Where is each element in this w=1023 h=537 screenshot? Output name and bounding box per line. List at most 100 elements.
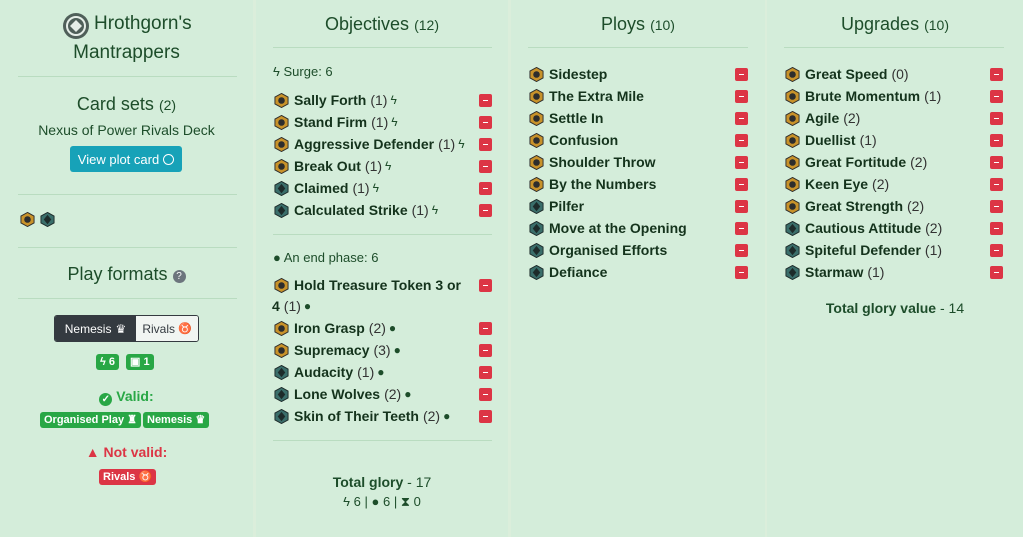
remove-button[interactable]: [990, 178, 1003, 191]
list-item[interactable]: Shoulder Throw: [529, 152, 656, 172]
remove-button[interactable]: [735, 156, 748, 169]
remove-button[interactable]: [735, 222, 748, 235]
tab-nemesis[interactable]: Nemesis ♛: [55, 316, 136, 341]
clock-icon: ●: [404, 387, 412, 401]
lock-icon: ▣: [130, 356, 141, 368]
remove-button[interactable]: [735, 90, 748, 103]
clock-icon: ●: [443, 409, 451, 423]
list-item[interactable]: Hold Treasure Token 3 or: [274, 275, 461, 295]
list-item[interactable]: Duellist (1): [785, 130, 877, 150]
list-item[interactable]: Iron Grasp (2) ●: [274, 318, 396, 338]
list-item[interactable]: Break Out (1) ϟ: [274, 156, 391, 176]
list-item[interactable]: Sidestep: [529, 64, 607, 84]
list-item[interactable]: Supremacy (3) ●: [274, 340, 401, 360]
remove-button[interactable]: [479, 388, 492, 401]
clock-icon: ●: [393, 343, 401, 357]
lightning-icon: ϟ: [372, 181, 379, 195]
list-item[interactable]: Agile (2): [785, 108, 860, 128]
clock-icon: ●: [273, 250, 281, 265]
remove-button[interactable]: [735, 200, 748, 213]
list-item[interactable]: Spiteful Defender (1): [785, 240, 942, 260]
list-item[interactable]: Cautious Attitude (2): [785, 218, 942, 238]
remove-button[interactable]: [990, 244, 1003, 257]
remove-button[interactable]: [479, 366, 492, 379]
list-item[interactable]: Great Speed (0): [785, 64, 909, 84]
remove-button[interactable]: [479, 344, 492, 357]
remove-button[interactable]: [990, 222, 1003, 235]
faction-gold-icon: [785, 154, 800, 170]
lightning-icon: ϟ: [273, 64, 280, 79]
list-item[interactable]: Starmaw (1): [785, 262, 884, 282]
list-item[interactable]: Claimed (1) ϟ: [274, 178, 379, 198]
list-item[interactable]: Defiance: [529, 262, 607, 282]
objectives-panel: Objectives (12) ϟ Surge: 6 Sally Forth (1…: [256, 0, 508, 537]
faction-teal-icon: [274, 364, 289, 380]
faction-gold-icon: [274, 158, 289, 174]
list-item[interactable]: Great Strength (2): [785, 196, 924, 216]
remove-button[interactable]: [735, 68, 748, 81]
list-item[interactable]: Skin of Their Teeth (2) ●: [274, 406, 450, 426]
remove-button[interactable]: [735, 244, 748, 257]
remove-button[interactable]: [479, 182, 492, 195]
objectives-title: Objectives (12): [325, 14, 439, 34]
remove-button[interactable]: [479, 116, 492, 129]
view-plot-card-button[interactable]: View plot card: [70, 146, 182, 172]
faction-teal-icon: [529, 264, 544, 280]
list-item[interactable]: Settle In: [529, 108, 603, 128]
check-circle-icon: ✓: [99, 393, 113, 406]
list-item[interactable]: Organised Efforts: [529, 240, 667, 260]
list-item[interactable]: Stand Firm (1) ϟ: [274, 112, 398, 132]
medal-icon: ♉: [138, 471, 153, 483]
remove-button[interactable]: [735, 178, 748, 191]
card-sets-title: Card sets (2): [76, 94, 177, 114]
remove-button[interactable]: [990, 200, 1003, 213]
remove-button[interactable]: [479, 279, 492, 292]
list-item[interactable]: Pilfer: [529, 196, 584, 216]
list-item[interactable]: Confusion: [529, 130, 618, 150]
remove-button[interactable]: [990, 68, 1003, 81]
remove-button[interactable]: [735, 266, 748, 279]
faction-teal-icon: [274, 408, 289, 424]
remove-button[interactable]: [479, 94, 492, 107]
faction-gold-icon: [785, 110, 800, 126]
remove-button[interactable]: [990, 134, 1003, 147]
remove-button[interactable]: [479, 204, 492, 217]
list-item[interactable]: Brute Momentum (1): [785, 86, 941, 106]
list-item[interactable]: Move at the Opening: [529, 218, 687, 238]
remove-button[interactable]: [479, 410, 492, 423]
remove-button[interactable]: [990, 112, 1003, 125]
remove-button[interactable]: [479, 322, 492, 335]
list-item[interactable]: The Extra Mile: [529, 86, 644, 106]
remove-button[interactable]: [735, 112, 748, 125]
remove-button[interactable]: [735, 134, 748, 147]
faction-gold-icon: [785, 66, 800, 82]
remove-button[interactable]: [990, 266, 1003, 279]
not-valid-badge-rivals: Rivals ♉: [99, 467, 157, 485]
list-item[interactable]: Aggressive Defender (1) ϟ: [274, 134, 465, 154]
faction-gold-icon: [274, 92, 289, 108]
list-item[interactable]: Audacity (1) ●: [274, 362, 385, 382]
tab-rivals[interactable]: Rivals ♉: [136, 316, 198, 341]
list-item[interactable]: Great Fortitude (2): [785, 152, 927, 172]
remove-button[interactable]: [990, 90, 1003, 103]
warband-logo-icon: [62, 12, 90, 40]
upgrades-title: Upgrades (10): [841, 14, 949, 34]
faction-teal-icon: [529, 198, 544, 214]
remove-button[interactable]: [479, 138, 492, 151]
faction-teal-icon: [274, 180, 289, 196]
faction-gold-icon: [785, 132, 800, 148]
faction-teal-icon: [529, 242, 544, 258]
list-item[interactable]: Lone Wolves (2) ●: [274, 384, 411, 404]
hourglass-icon: ⧗: [400, 494, 410, 509]
faction-gold-icon: [274, 136, 289, 152]
restricted-limit-badge: ▣ 1: [126, 352, 154, 370]
remove-button[interactable]: [479, 160, 492, 173]
lightning-icon: ϟ: [391, 115, 398, 129]
list-item[interactable]: Sally Forth (1) ϟ: [274, 90, 397, 110]
help-icon[interactable]: ?: [172, 270, 186, 283]
remove-button[interactable]: [990, 156, 1003, 169]
list-item[interactable]: By the Numbers: [529, 174, 656, 194]
faction-gold-icon: [274, 342, 289, 358]
list-item[interactable]: Keen Eye (2): [785, 174, 889, 194]
list-item[interactable]: Calculated Strike (1) ϟ: [274, 200, 438, 220]
